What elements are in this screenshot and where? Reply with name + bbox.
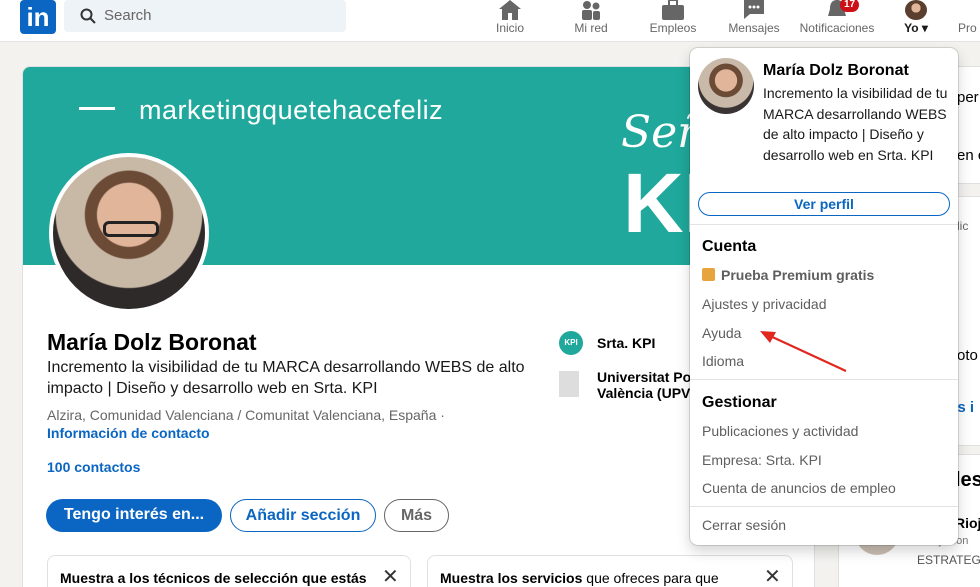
dropdown-avatar[interactable] bbox=[698, 58, 754, 114]
right-fragment-2: en c bbox=[957, 147, 980, 164]
dropdown-headline: Incremento la visibilidad de tu MARCA de… bbox=[763, 85, 948, 163]
nav-network-label: Mi red bbox=[574, 21, 608, 35]
nav-home-label: Inicio bbox=[495, 21, 524, 35]
dropdown-name[interactable]: María Dolz Boronat bbox=[763, 62, 909, 80]
nav-notifications[interactable]: 17 Notificaciones bbox=[792, 0, 882, 42]
help-link[interactable]: Ayuda bbox=[702, 325, 741, 341]
profile-name: María Dolz Boronat bbox=[47, 329, 257, 355]
premium-trial-label: Prueba Premium gratis bbox=[721, 267, 875, 283]
education-line-2: València (UPV bbox=[597, 385, 691, 401]
right-fragment-1: per bbox=[957, 89, 979, 106]
nav-me[interactable]: Yo ▾ bbox=[898, 0, 934, 42]
suggestion-text-bold: Muestra los servicios bbox=[440, 570, 583, 586]
job-ads-account-link[interactable]: Cuenta de anuncios de empleo bbox=[702, 480, 896, 496]
me-avatar bbox=[905, 0, 927, 20]
nav-jobs-label: Empleos bbox=[649, 21, 697, 35]
nav-messaging[interactable]: Mensajes bbox=[724, 0, 784, 42]
right-fragment-3: lic bbox=[957, 219, 969, 233]
annotation-arrow-icon bbox=[760, 331, 847, 372]
messaging-icon bbox=[744, 0, 764, 19]
company-logo-kpi[interactable]: KPI bbox=[559, 331, 583, 355]
settings-privacy-link[interactable]: Ajustes y privacidad bbox=[702, 296, 827, 312]
language-link[interactable]: Idioma bbox=[702, 353, 744, 369]
network-icon bbox=[582, 1, 600, 20]
suggestion-text-rest: que ofreces para que bbox=[582, 570, 719, 586]
briefcase-icon bbox=[662, 0, 684, 20]
account-section-title: Cuenta bbox=[702, 238, 757, 255]
nav-premium-label: Pro bbox=[958, 21, 977, 35]
education-line-1: Universitat Po bbox=[597, 369, 692, 385]
university-logo[interactable] bbox=[559, 371, 579, 397]
home-icon bbox=[499, 0, 521, 20]
open-to-button[interactable]: Tengo interés en... bbox=[46, 499, 222, 532]
nav-jobs[interactable]: Empleos bbox=[646, 0, 700, 42]
nav-home[interactable]: Inicio bbox=[490, 0, 530, 42]
view-profile-button[interactable]: Ver perfil bbox=[698, 192, 950, 216]
search-placeholder: Search bbox=[104, 7, 152, 24]
education-school[interactable]: Universitat Po València (UPV bbox=[597, 369, 691, 401]
me-dropdown-menu: María Dolz Boronat Incremento la visibil… bbox=[690, 48, 958, 545]
notifications-badge: 17 bbox=[840, 0, 860, 12]
banner-brand: marketingquetehacefeliz bbox=[139, 95, 444, 125]
suggestion-text: Muestra a los técnicos de selección que … bbox=[60, 570, 367, 586]
nav-me-label: Yo bbox=[904, 21, 919, 35]
divider bbox=[690, 506, 958, 507]
chevron-down-icon: ▾ bbox=[921, 21, 928, 35]
banner-decoration-line bbox=[79, 107, 115, 110]
nav-notifications-label: Notificaciones bbox=[799, 21, 875, 35]
profile-headline: Incremento la visibilidad de tu MARCA de… bbox=[47, 359, 525, 397]
nav-network[interactable]: Mi red bbox=[566, 0, 616, 42]
profile-photo[interactable] bbox=[49, 153, 209, 313]
profile-photo-glasses bbox=[103, 221, 159, 237]
nav-premium[interactable]: Pro bbox=[958, 0, 980, 42]
divider bbox=[690, 224, 958, 225]
suggestion-text: Muestra los servicios que ofreces para q… bbox=[440, 570, 719, 586]
experience-company[interactable]: Srta. KPI bbox=[597, 335, 655, 351]
connections-link[interactable]: 100 contactos bbox=[47, 459, 140, 475]
right-fragment-4: oto bbox=[957, 347, 978, 364]
search-box[interactable]: Search bbox=[64, 0, 346, 32]
search-icon bbox=[80, 8, 96, 24]
suggestion-card-recruiters[interactable]: Muestra a los técnicos de selección que … bbox=[47, 555, 411, 587]
contact-info-link[interactable]: Información de contacto bbox=[47, 425, 210, 441]
global-nav: in Search Inicio Mi red Empleos Mensajes bbox=[0, 0, 980, 42]
close-icon[interactable]: ✕ bbox=[382, 564, 399, 587]
company-page-link[interactable]: Empresa: Srta. KPI bbox=[702, 452, 822, 468]
sign-out-link[interactable]: Cerrar sesión bbox=[702, 517, 786, 533]
linkedin-logo[interactable]: in bbox=[20, 0, 56, 34]
divider bbox=[690, 379, 958, 380]
premium-trial-link[interactable]: Prueba Premium gratis bbox=[702, 267, 874, 283]
premium-icon bbox=[702, 268, 715, 281]
manage-section-title: Gestionar bbox=[702, 394, 777, 411]
nav-messaging-label: Mensajes bbox=[728, 21, 780, 35]
right-fragment-9: ESTRATEGI bbox=[917, 553, 980, 567]
more-button[interactable]: Más bbox=[384, 499, 449, 532]
posts-activity-link[interactable]: Publicaciones y actividad bbox=[702, 423, 858, 439]
add-section-button[interactable]: Añadir sección bbox=[230, 499, 376, 532]
right-fragment-7[interactable]: Rioj bbox=[955, 515, 980, 531]
right-fragment-6: les bbox=[955, 469, 980, 491]
profile-location: Alzira, Comunidad Valenciana / Comunitat… bbox=[47, 407, 445, 423]
close-icon[interactable]: ✕ bbox=[764, 564, 781, 587]
suggestion-card-services[interactable]: Muestra los servicios que ofreces para q… bbox=[427, 555, 793, 587]
